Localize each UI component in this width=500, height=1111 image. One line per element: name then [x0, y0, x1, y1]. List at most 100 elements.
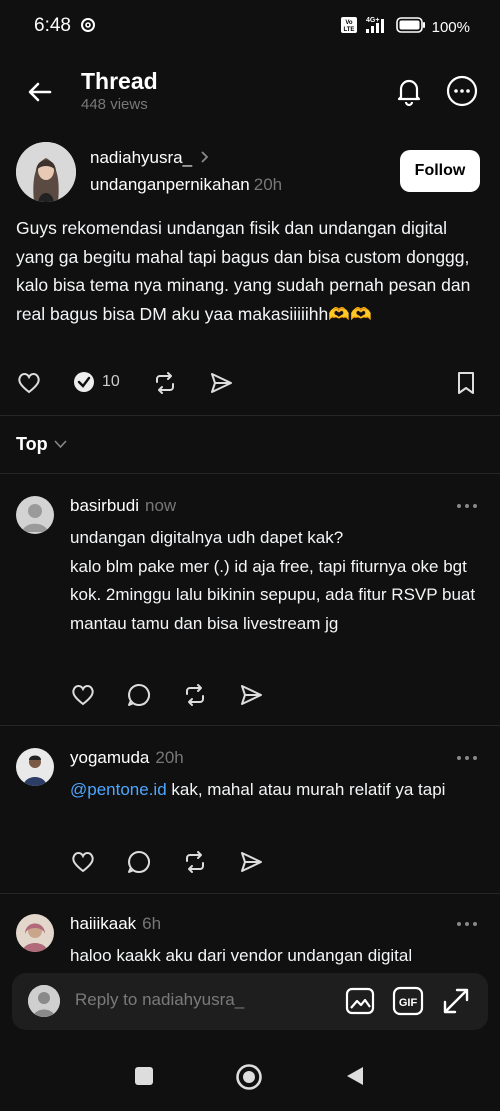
reply-body: @pentone.id kak, mahal atau murah relati…: [70, 776, 485, 805]
mention-link[interactable]: @pentone.id: [70, 780, 167, 799]
avatar: [28, 985, 60, 1017]
follow-button[interactable]: Follow: [400, 150, 480, 192]
image-icon: [345, 987, 375, 1015]
reply-more-button[interactable]: [456, 746, 478, 767]
reply-username[interactable]: haiiikaak: [70, 914, 136, 933]
reply-body: haloo kaakk aku dari vendor undangan dig…: [70, 946, 413, 965]
reply-input[interactable]: Reply to nadiahyusra_: [75, 990, 244, 1010]
community-name[interactable]: undanganpernikahan: [90, 175, 250, 194]
recents-button[interactable]: [133, 1065, 155, 1092]
reply-time: 6h: [142, 914, 162, 933]
reply-check-icon: [74, 372, 94, 392]
reply-count-button[interactable]: 10: [72, 370, 120, 394]
image-button[interactable]: [344, 985, 376, 1017]
status-bar: 6:48 Vo LTE 4G+ 100%: [0, 0, 500, 52]
view-count: 448 views: [81, 96, 148, 113]
volte-icon: Vo LTE: [340, 16, 358, 39]
author-name[interactable]: nadiahyusra_: [90, 148, 192, 168]
avatar[interactable]: [16, 496, 54, 534]
notification-button[interactable]: [392, 74, 426, 108]
bookmark-icon: [458, 372, 474, 394]
post-author[interactable]: nadiahyusra_: [90, 148, 210, 168]
repost-button[interactable]: [182, 682, 208, 713]
reply-time: 20h: [155, 748, 184, 767]
like-button[interactable]: [70, 849, 96, 880]
ellipsis-icon: [457, 756, 477, 760]
square-icon: [135, 1067, 153, 1085]
reply-count: 10: [102, 373, 120, 390]
svg-text:Vo: Vo: [345, 20, 353, 26]
signal-icon: 4G+: [364, 15, 390, 40]
gif-icon: GIF: [392, 986, 424, 1016]
more-options-button[interactable]: [445, 74, 479, 108]
reply-user[interactable]: basirbudi now: [70, 496, 176, 516]
system-nav-bar: [0, 1045, 500, 1111]
avatar[interactable]: [16, 914, 54, 952]
reply-more-button[interactable]: [456, 912, 478, 933]
comment-button[interactable]: [126, 682, 152, 713]
comment-button[interactable]: [126, 849, 152, 880]
svg-text:LTE: LTE: [343, 27, 354, 33]
reply-user[interactable]: haiiikaak 6h: [70, 914, 161, 934]
arrow-left-icon: [28, 82, 52, 102]
divider: [0, 415, 500, 416]
post-community[interactable]: undanganpernikahan 20h: [90, 175, 282, 195]
ellipsis-icon: [457, 922, 477, 926]
share-button[interactable]: [238, 849, 264, 880]
post-actions: 10: [0, 368, 500, 402]
battery-icon: [395, 17, 426, 38]
reply-actions: [70, 682, 270, 710]
reply-actions: [70, 849, 270, 877]
reply-composer[interactable]: Reply to nadiahyusra_ GIF: [12, 973, 488, 1030]
divider: [0, 725, 500, 726]
threads-notification-icon: [80, 17, 96, 38]
reply-username[interactable]: basirbudi: [70, 496, 139, 515]
reply-more-button[interactable]: [456, 494, 478, 515]
chevron-down-icon: [54, 437, 67, 452]
heart-icon: [18, 373, 40, 394]
send-icon: [211, 373, 232, 393]
send-icon: [241, 685, 262, 705]
like-button[interactable]: [70, 682, 96, 713]
bookmark-button[interactable]: [454, 370, 478, 396]
expand-icon: [443, 988, 469, 1014]
repost-button[interactable]: [152, 370, 178, 396]
ellipsis-circle-icon: [446, 75, 478, 107]
circle-home-icon: [236, 1064, 262, 1090]
expand-button[interactable]: [440, 985, 472, 1017]
avatar[interactable]: [16, 748, 54, 786]
back-button[interactable]: [24, 76, 56, 108]
reply-body: undangan digitalnya udh dapet kak? kalo …: [70, 528, 476, 633]
bell-icon: [397, 79, 421, 107]
repost-icon: [186, 684, 204, 706]
share-button[interactable]: [208, 370, 234, 396]
thread-header: Thread 448 views: [0, 60, 500, 122]
chevron-right-icon: [200, 150, 210, 166]
reply-text: kak, mahal atau murah relatif ya tapi: [166, 780, 446, 799]
status-time: 6:48: [34, 15, 71, 36]
comment-icon: [128, 851, 151, 873]
sort-label: Top: [16, 434, 48, 454]
gif-button[interactable]: GIF: [392, 985, 424, 1017]
triangle-back-icon: [347, 1067, 363, 1085]
reply-user[interactable]: yogamuda 20h: [70, 748, 184, 768]
send-icon: [241, 852, 262, 872]
ellipsis-icon: [457, 504, 477, 508]
network-type: 4G+: [366, 17, 379, 24]
avatar[interactable]: [16, 142, 76, 202]
page-title: Thread: [81, 68, 158, 94]
heart-icon: [72, 685, 94, 706]
share-button[interactable]: [238, 682, 264, 713]
repost-icon: [156, 372, 174, 394]
heart-icon: [72, 852, 94, 873]
repost-button[interactable]: [182, 849, 208, 880]
sort-dropdown[interactable]: Top: [16, 434, 67, 455]
back-nav-button[interactable]: [345, 1065, 365, 1092]
like-button[interactable]: [16, 370, 42, 396]
home-button[interactable]: [235, 1063, 263, 1096]
gif-label: GIF: [399, 997, 418, 1009]
comment-icon: [128, 684, 151, 706]
reply-username[interactable]: yogamuda: [70, 748, 149, 767]
divider: [0, 473, 500, 474]
post-time: 20h: [253, 175, 283, 194]
